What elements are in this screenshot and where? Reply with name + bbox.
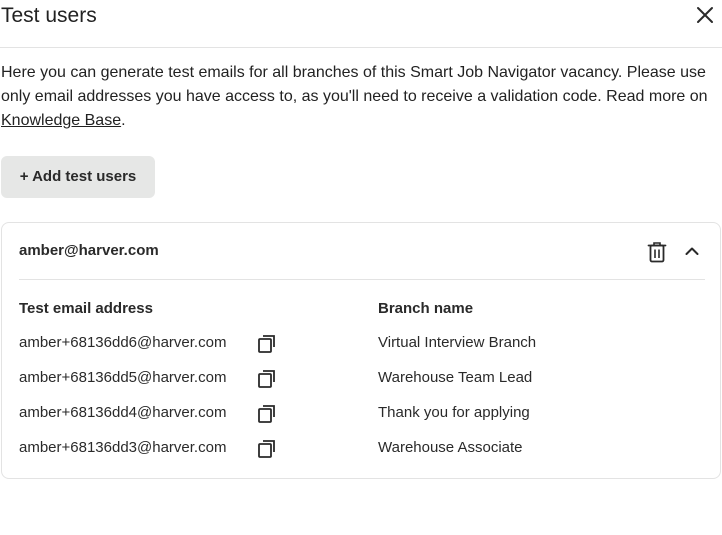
collapse-button[interactable] bbox=[683, 242, 701, 260]
card-divider bbox=[19, 279, 705, 280]
test-user-card: amber@harver.com Test email address Bran… bbox=[1, 222, 721, 479]
card-email: amber@harver.com bbox=[19, 242, 159, 259]
add-test-users-button[interactable]: + Add test users bbox=[1, 156, 155, 198]
knowledge-base-link[interactable]: Knowledge Base bbox=[1, 112, 121, 129]
intro-text: Here you can generate test emails for al… bbox=[1, 61, 717, 133]
copy-icon bbox=[258, 370, 275, 388]
copy-icon bbox=[258, 440, 275, 458]
delete-button[interactable] bbox=[646, 240, 668, 264]
copy-icon bbox=[258, 335, 275, 353]
table-row: amber+68136dd4@harver.com Thank you for … bbox=[2, 400, 720, 426]
trash-icon bbox=[647, 242, 667, 263]
table-row: amber+68136dd6@harver.com Virtual Interv… bbox=[2, 330, 720, 356]
column-header-email: Test email address bbox=[19, 300, 153, 317]
intro-suffix: . bbox=[121, 112, 126, 129]
test-email-address: amber+68136dd3@harver.com bbox=[19, 439, 227, 456]
copy-icon bbox=[258, 405, 275, 423]
close-button[interactable] bbox=[694, 4, 716, 26]
column-header-branch: Branch name bbox=[378, 300, 474, 317]
intro-body: Here you can generate test emails for al… bbox=[1, 64, 708, 105]
test-email-address: amber+68136dd5@harver.com bbox=[19, 369, 227, 386]
table-row: amber+68136dd3@harver.com Warehouse Asso… bbox=[2, 435, 720, 461]
copy-button[interactable] bbox=[256, 437, 278, 459]
branch-name: Warehouse Team Lead bbox=[378, 369, 533, 386]
branch-name: Virtual Interview Branch bbox=[378, 334, 537, 351]
copy-button[interactable] bbox=[256, 332, 278, 354]
close-icon bbox=[697, 7, 713, 23]
test-email-address: amber+68136dd4@harver.com bbox=[19, 404, 227, 421]
table-row: amber+68136dd5@harver.com Warehouse Team… bbox=[2, 365, 720, 391]
chevron-up-icon bbox=[685, 247, 699, 255]
test-email-address: amber+68136dd6@harver.com bbox=[19, 334, 227, 351]
copy-button[interactable] bbox=[256, 402, 278, 424]
branch-name: Thank you for applying bbox=[378, 404, 530, 421]
copy-button[interactable] bbox=[256, 367, 278, 389]
page-title: Test users bbox=[1, 4, 97, 27]
dialog-header: Test users bbox=[0, 0, 722, 48]
branch-name: Warehouse Associate bbox=[378, 439, 523, 456]
